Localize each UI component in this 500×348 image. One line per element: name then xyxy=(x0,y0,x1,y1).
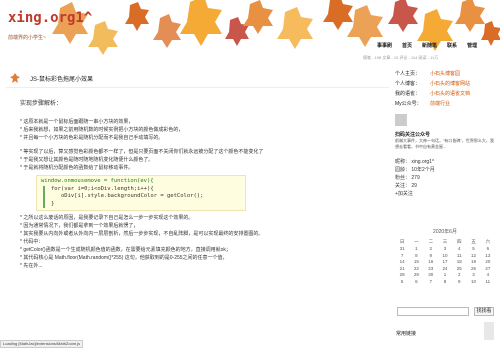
post-line: * 后来我就想，如果之前用随机数的时候实例把小方块的颜色做成彩色的， xyxy=(20,127,184,133)
calendar-days: 31 1 2 3 4 5 6 7 8 9 10 11 12 13 14 15 16 17 18 19 20 21 22 23 2… xyxy=(395,246,495,285)
profile-stats: 昵称： xing.org1^ 园龄： 10年2个月 粉丝： 279 关注： 29… xyxy=(395,158,500,198)
stat-nickname[interactable]: 昵称： xing.org1^ xyxy=(395,158,500,166)
site-logo[interactable]: xing.org1^ xyxy=(8,10,92,26)
calendar-day[interactable]: 8 xyxy=(438,278,452,285)
nav-item-admin[interactable]: 管理 xyxy=(462,42,482,49)
nav-item-contact[interactable]: 联系 xyxy=(442,42,462,49)
follow-description: 前端大事件，大神一句话，"有口皆碑"，世界那么大，我想去看看，书中自有黄金屋..… xyxy=(395,138,494,149)
code-line: window.onmousemove = function(ev){ xyxy=(41,178,154,184)
post-line: * 先在外... xyxy=(20,263,43,269)
search-input[interactable] xyxy=(397,307,469,316)
stat-age: 园龄： 10年2个月 xyxy=(395,167,435,173)
code-line: oDiv[i].style.backgroundColor = getColor… xyxy=(43,193,241,201)
calendar-day[interactable]: 9 xyxy=(452,278,466,285)
nav-item-blogroll[interactable]: 事事刷 xyxy=(372,42,397,49)
leaf-icon xyxy=(10,73,20,83)
calendar-day[interactable]: 5 xyxy=(395,278,409,285)
search-button[interactable]: 找找看 xyxy=(474,307,494,316)
common-links-heading: 常用链接 xyxy=(396,331,417,337)
nav-item-home[interactable]: 首页 xyxy=(397,42,417,49)
nav-item-new-post[interactable]: 新随笔 xyxy=(417,42,442,49)
post-section-heading: 实现步骤解析： xyxy=(20,101,63,107)
sidebar-row: 个人博客： 小石头的博客网站 xyxy=(395,78,500,88)
post-line: * 并且每一个小方块的色彩是随机分配而不是我自己手动填写的。 xyxy=(20,135,164,141)
code-line: } xyxy=(43,200,241,208)
sidebar-link[interactable]: 前端行业 xyxy=(430,100,450,107)
post-line: * getColor()函数是一个生成随机颜色值的函数，在需要给元素填充颜色的地… xyxy=(20,247,231,253)
post-body: 实现步骤解析： * 这原本就是一个鼠标后面跟随一串小方块的效果， * 后来我就想… xyxy=(20,100,380,270)
qr-code-icon xyxy=(395,114,407,126)
post-line: * 因为通常情况下，我们都是拿到一个效果后就愣了， xyxy=(20,223,139,229)
code-line: for(var i=0;i<oDiv.length;i++){ xyxy=(43,185,241,193)
follow-block: 扫码关注公众号 前端大事件，大神一句话，"有口皆碑"，世界那么大，我想去看看，书… xyxy=(395,132,500,150)
calendar-day[interactable]: 6 xyxy=(409,278,423,285)
sidebar-label: 个人博客： xyxy=(395,80,421,87)
post-line: * 于是就将随机分配颜色的函数给了鼠标移动事件。 xyxy=(20,165,134,171)
sidebar: 个人主页： 小石头博客园 个人博客： 小石头的博客网站 我的语雀： 小石头的语雀… xyxy=(395,68,500,348)
post-line: * 代码中： xyxy=(20,239,44,245)
calendar-day[interactable]: 7 xyxy=(424,278,438,285)
blog-stats-line: 随笔 - 198 文章 - 10 评论 - 114 阅读 - 11万 xyxy=(363,55,439,60)
site-header: xing.org1^ 前端界的小学生~ 事事刷 首页 新随笔 联系 管理 随笔 … xyxy=(0,0,500,60)
sidebar-link[interactable]: 小石头博客园 xyxy=(430,70,460,77)
post-area: JS-鼠标彩色拖尾小效果 实现步骤解析： * 这原本就是一个鼠标后面跟随一串小方… xyxy=(6,68,389,348)
follow-button[interactable]: +加关注 xyxy=(395,190,500,198)
sidebar-label: My公众号： xyxy=(395,100,422,107)
stat-following[interactable]: 关注： 29 xyxy=(395,182,500,190)
post-title[interactable]: JS-鼠标彩色拖尾小效果 xyxy=(30,74,93,83)
sidebar-row: 我的语雀： 小石头的语雀文档 xyxy=(395,88,500,98)
sidebar-row: My公众号： 前端行业 xyxy=(395,98,500,108)
top-nav: 事事刷 首页 新随笔 联系 管理 xyxy=(372,42,482,49)
sidebar-row: 个人主页： 小石头博客园 xyxy=(395,68,500,78)
post-line: * 这原本就是一个鼠标后面跟随一串小方块的效果， xyxy=(20,119,134,125)
code-block: window.onmousemove = function(ev){ for(v… xyxy=(36,175,246,211)
post-line: * 其实我要从内向外或者从外向内一层层剖析，然后一步步实现，不自乱阵脚，是可以实… xyxy=(20,231,264,237)
calendar-day[interactable]: 10 xyxy=(466,278,480,285)
sidebar-link[interactable]: 小石头的博客网站 xyxy=(430,80,470,87)
post-line: * 等实现了以后，算又感觉色彩颜色都不一样了，但是只要页面不关闭你们就永远被分配… xyxy=(20,149,264,155)
calendar-grid: 日 一 二 三 四 五 六 31 1 2 3 4 5 6 7 8 9 10 11 12 13 14 15 16 1… xyxy=(395,239,495,285)
calendar: 2020年6月 日 一 二 三 四 五 六 31 1 2 3 4 5 6 7 8 9 10 11 12 1… xyxy=(395,228,495,285)
stat-followers[interactable]: 粉丝： 279 xyxy=(395,174,500,182)
sidebar-link[interactable]: 小石头的语雀文档 xyxy=(430,90,470,97)
sidebar-label: 我的语雀： xyxy=(395,90,421,97)
post-line: * 之所以这么废话的原因，是我要记录下自己是怎么一步一步实现这个效果的。 xyxy=(20,215,194,221)
site-tagline: 前端界的小学生~ xyxy=(8,35,46,41)
sidebar-label: 个人主页： xyxy=(395,70,421,77)
calendar-title[interactable]: 2020年6月 xyxy=(395,228,495,235)
status-bar: Loading [MathJax]/extensions/MathZoom.js xyxy=(0,340,84,348)
post-line: * 其代码核心是 Math.floor(Math.random()*255) 这… xyxy=(20,255,228,261)
scroll-to-top-button[interactable] xyxy=(484,322,494,340)
post-title-row: JS-鼠标彩色拖尾小效果 xyxy=(6,68,389,88)
post-line: * 于是我又想让其颜色是随时随地随机变化随便什么颜色了。 xyxy=(20,157,154,163)
calendar-day[interactable]: 11 xyxy=(481,278,495,285)
